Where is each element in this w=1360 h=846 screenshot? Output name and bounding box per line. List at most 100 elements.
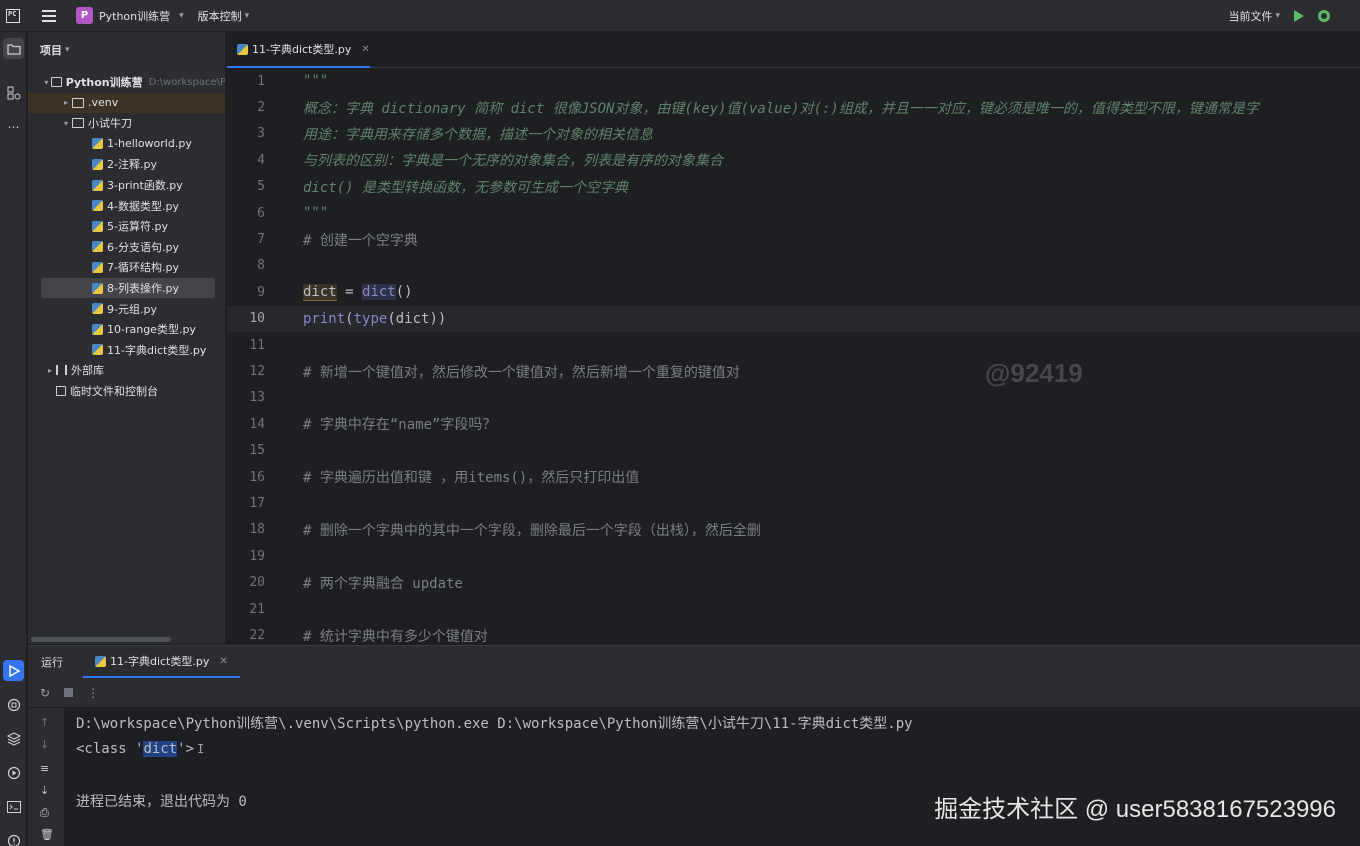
line-number: 20 xyxy=(249,575,265,591)
pycharm-logo-icon: PC xyxy=(6,8,20,23)
overlay-watermark-id: @92419 xyxy=(985,358,1083,388)
python-file-icon xyxy=(237,43,248,55)
code-line: 22 # 统计字典中有多少个键值对 xyxy=(227,622,1360,644)
soft-wrap-icon[interactable]: ≡ xyxy=(40,762,49,775)
scroll-to-end-icon[interactable]: ⇣ xyxy=(40,784,49,797)
tree-item-label: 10-range类型.py xyxy=(107,323,196,337)
tree-item-label: 11-字典dict类型.py xyxy=(107,343,207,357)
tool-strip: ⋯ xyxy=(0,32,27,846)
stop-icon[interactable] xyxy=(64,688,74,697)
tree-item[interactable]: 4-数据类型.py xyxy=(28,196,225,216)
tree-item-label: 临时文件和控制台 xyxy=(70,385,158,398)
chevron-right-icon[interactable]: ▸ xyxy=(60,98,72,107)
more-tools-icon[interactable]: ⋯ xyxy=(3,116,24,137)
project-switcher[interactable]: P Python训练营 ▾ xyxy=(76,7,184,24)
tree-item[interactable]: 2-注释.py xyxy=(28,154,225,174)
tree-item[interactable]: 8-列表操作.py xyxy=(41,278,215,298)
tree-item[interactable]: ▸ 外部库 xyxy=(28,360,225,380)
close-icon[interactable]: ✕ xyxy=(361,44,369,55)
line-number: 19 xyxy=(249,548,265,564)
tree-item[interactable]: ▸ .venv xyxy=(28,92,225,113)
run-tool-icon[interactable] xyxy=(3,660,24,681)
rerun-icon[interactable]: ↻ xyxy=(40,686,50,700)
comment-text: # 删除一个字典中的其中一个字段，删除最后一个字段（出栈），然后全删 xyxy=(303,522,761,539)
argument-token: (dict) xyxy=(387,310,438,327)
code-line: 4 与列表的区别：字典是一个无序的对象集合，列表是有序的对象集合 xyxy=(227,147,1360,173)
docstring-text: 概念：字典 dictionary 简称 dict 很像JSON对象，由键(key… xyxy=(303,100,1259,117)
run-config-selector[interactable]: 当前文件 ▾ xyxy=(1228,8,1280,24)
tree-item[interactable]: 1-helloworld.py xyxy=(28,134,225,154)
terminal-icon[interactable] xyxy=(3,796,24,817)
print-icon[interactable]: ⎙ xyxy=(40,806,49,820)
project-tool-folder-icon[interactable] xyxy=(3,38,24,59)
line-number: 8 xyxy=(257,258,265,274)
services-icon[interactable] xyxy=(3,762,24,783)
tree-item[interactable]: 9-元组.py xyxy=(28,299,225,319)
project-path-hint: D:\workspace\P xyxy=(148,76,226,88)
trash-icon[interactable]: 🗑 xyxy=(40,828,54,841)
python-console-icon[interactable] xyxy=(3,694,24,715)
chevron-down-icon: ▾ xyxy=(179,10,184,21)
chevron-down-icon: ▾ xyxy=(1275,11,1280,21)
problems-icon[interactable] xyxy=(3,830,24,846)
chevron-down-icon[interactable]: ▾ xyxy=(41,78,51,87)
structure-icon[interactable] xyxy=(3,82,24,103)
more-options-icon[interactable]: ⋮ xyxy=(87,686,99,700)
code-line: 17 xyxy=(227,490,1360,516)
docstring-text: """ xyxy=(303,73,329,90)
editor-tab[interactable]: 11-字典dict类型.py ✕ xyxy=(227,32,370,68)
tree-item[interactable]: 临时文件和控制台 xyxy=(28,381,225,401)
tree-item[interactable]: 3-print函数.py xyxy=(28,175,225,195)
debug-icon[interactable] xyxy=(1318,10,1330,22)
tree-item[interactable]: 7-循环结构.py xyxy=(28,257,225,277)
main-menu-icon[interactable] xyxy=(42,9,56,22)
line-number: 14 xyxy=(249,416,265,432)
code-line: 19 xyxy=(227,543,1360,569)
run-icon[interactable] xyxy=(1294,10,1304,22)
tree-item-label: 3-print函数.py xyxy=(107,179,183,192)
chevron-down-icon: ▾ xyxy=(65,45,70,55)
layers-icon[interactable] xyxy=(3,728,24,749)
console-command-line: D:\workspace\Python训练营\.venv\Scripts\pyt… xyxy=(76,716,913,732)
chevron-right-icon[interactable]: ▸ xyxy=(44,366,56,375)
paren-token: ( xyxy=(345,310,354,327)
python-file-icon xyxy=(92,158,103,170)
line-number: 13 xyxy=(249,390,265,406)
output-prefix: <class ' xyxy=(76,741,144,757)
tree-item[interactable]: 10-range类型.py xyxy=(28,319,225,339)
vcs-menu[interactable]: 版本控制 ▾ xyxy=(198,8,250,24)
line-number: 5 xyxy=(257,179,265,195)
run-tab[interactable]: 11-字典dict类型.py ✕ xyxy=(83,646,240,678)
python-file-icon xyxy=(92,241,103,253)
code-line: 8 xyxy=(227,253,1360,279)
project-panel-header[interactable]: 项目 ▾ xyxy=(28,32,225,68)
python-file-icon xyxy=(95,655,106,667)
tree-item[interactable]: 5-运算符.py xyxy=(28,216,225,236)
line-number: 18 xyxy=(249,522,265,538)
horizontal-scrollbar[interactable] xyxy=(31,637,171,642)
tree-item-label: 5-运算符.py xyxy=(107,220,168,234)
tree-item[interactable]: 6-分支语句.py xyxy=(28,237,225,257)
close-icon[interactable]: ✕ xyxy=(219,656,227,667)
console-exit-line: 进程已结束，退出代码为 0 xyxy=(76,794,247,810)
project-badge-icon: P xyxy=(76,7,93,24)
line-number: 9 xyxy=(257,284,265,300)
code-line: 9 dict = dict() xyxy=(227,279,1360,305)
scroll-down-icon[interactable]: ↓ xyxy=(40,738,49,751)
code-editor[interactable]: 1 """ 2 概念：字典 dictionary 简称 dict 很像JSON对象，由… xyxy=(227,68,1360,644)
tree-item-label: 7-循环结构.py xyxy=(107,261,179,275)
code-line: 15 xyxy=(227,438,1360,464)
tree-item[interactable]: 11-字典dict类型.py xyxy=(28,340,225,360)
code-line: 12 # 新增一个键值对，然后修改一个键值对，然后新增一个重复的键值对 xyxy=(227,358,1360,384)
tree-item-label: 8-列表操作.py xyxy=(107,282,179,295)
chevron-down-icon[interactable]: ▾ xyxy=(60,119,72,128)
line-number: 4 xyxy=(257,152,265,168)
line-number: 15 xyxy=(249,443,265,459)
line-number: 12 xyxy=(249,364,265,380)
tree-item[interactable]: ▾ 小试牛刀 xyxy=(28,113,225,133)
tree-item[interactable]: ▾ Python训练营 D:\workspace\P xyxy=(28,72,226,92)
docstring-text: 用途：字典用来存储多个数据，描述一个对象的相关信息 xyxy=(303,126,653,143)
run-tab-label: 11-字典dict类型.py xyxy=(110,655,210,668)
scroll-up-icon[interactable]: ↑ xyxy=(40,716,49,729)
line-number: 21 xyxy=(249,601,265,617)
